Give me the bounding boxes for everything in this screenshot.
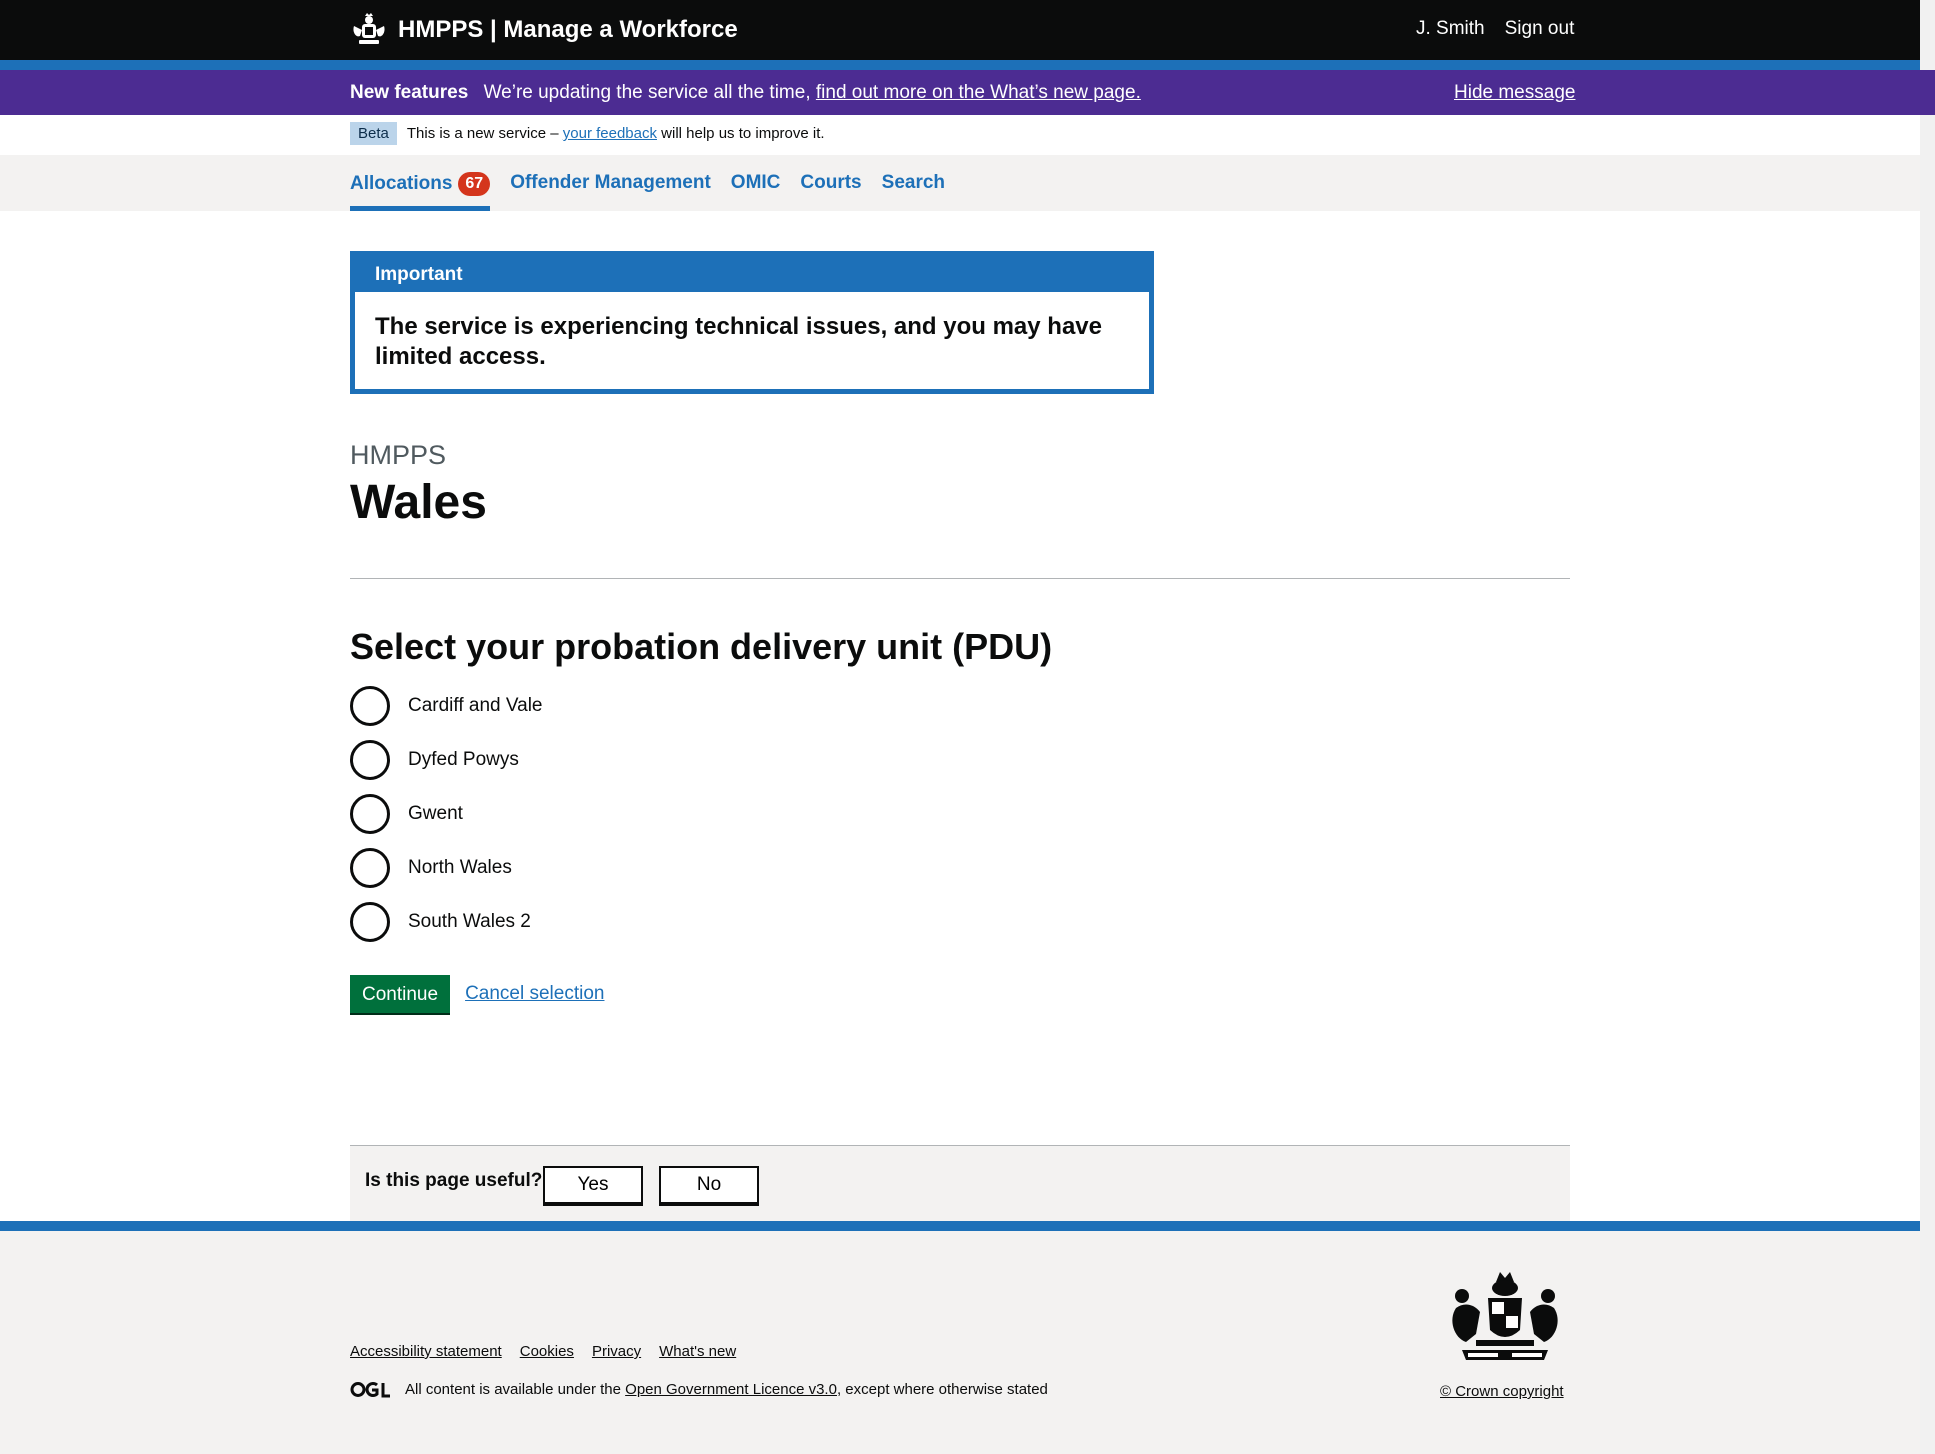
- site-header: HMPPS | Manage a Workforce J. Smith Sign…: [0, 0, 1920, 60]
- royal-coat-of-arms-icon: [1452, 1272, 1558, 1360]
- radio-option-north-wales[interactable]: North Wales: [350, 848, 543, 888]
- radio-label[interactable]: Gwent: [408, 803, 463, 825]
- page-caption: HMPPS: [350, 440, 447, 470]
- primary-navigation: Allocations 67 Offender Management OMIC …: [0, 155, 1920, 211]
- radio-option-dyfed-powys[interactable]: Dyfed Powys: [350, 740, 543, 780]
- nav-item-courts[interactable]: Courts: [800, 155, 861, 211]
- licence-text-before: All content is available under the: [405, 1381, 621, 1398]
- continue-button[interactable]: Continue: [350, 975, 451, 1013]
- whats-new-link[interactable]: find out more on the What’s new page.: [816, 82, 1141, 103]
- phase-text-after: will help us to improve it.: [661, 125, 825, 142]
- radio-option-south-wales-2[interactable]: South Wales 2: [350, 902, 543, 942]
- royal-crest-icon: [353, 13, 385, 44]
- header-user-nav: J. Smith Sign out: [1416, 18, 1574, 40]
- ogl-logo-icon: [350, 1382, 390, 1398]
- nav-item-search[interactable]: Search: [882, 155, 945, 211]
- notification-message: The service is experiencing technical is…: [375, 313, 1102, 370]
- banner-text: We’re updating the service all the time,: [483, 82, 811, 103]
- footer-link-privacy[interactable]: Privacy: [592, 1343, 641, 1360]
- radio-label[interactable]: Cardiff and Vale: [408, 695, 543, 717]
- footer-stripe: [0, 1221, 1920, 1231]
- important-notification: Important The service is experiencing te…: [350, 251, 1154, 394]
- radio-button[interactable]: [350, 848, 390, 888]
- form-actions: Continue Cancel selection: [350, 975, 604, 1013]
- nav-label: Allocations: [350, 173, 453, 194]
- header-stripe: [0, 60, 1920, 70]
- site-footer: Accessibility statement Cookies Privacy …: [0, 1231, 1920, 1454]
- footer-link-accessibility[interactable]: Accessibility statement: [350, 1343, 502, 1360]
- brand[interactable]: HMPPS | Manage a Workforce: [350, 12, 738, 48]
- footer-link-cookies[interactable]: Cookies: [520, 1343, 574, 1360]
- nav-link-omic[interactable]: OMIC: [731, 155, 781, 194]
- page-title: Wales: [350, 476, 487, 529]
- licence-text-after: , except where otherwise stated: [836, 1381, 1048, 1398]
- radio-label[interactable]: Dyfed Powys: [408, 749, 519, 771]
- allocations-count-badge: 67: [458, 172, 491, 196]
- nav-link-search[interactable]: Search: [882, 155, 945, 194]
- nav-item-allocations[interactable]: Allocations 67: [350, 155, 491, 211]
- radio-button[interactable]: [350, 902, 390, 942]
- nav-item-omic[interactable]: OMIC: [731, 155, 781, 211]
- radio-label[interactable]: North Wales: [408, 857, 512, 879]
- radio-button[interactable]: [350, 740, 390, 780]
- feedback-yes-button[interactable]: Yes: [543, 1166, 643, 1204]
- notification-title: Important: [375, 264, 463, 285]
- page-feedback: Is this page useful? Yes No: [350, 1145, 1570, 1222]
- footer-link-whats-new[interactable]: What's new: [659, 1343, 736, 1360]
- page-scrollbar[interactable]: [1920, 0, 1935, 1454]
- new-features-banner: New features We’re updating the service …: [0, 70, 1935, 115]
- feedback-link[interactable]: your feedback: [563, 125, 657, 142]
- footer-links: Accessibility statement Cookies Privacy …: [350, 1343, 736, 1360]
- sign-out-link[interactable]: Sign out: [1505, 18, 1575, 40]
- radio-option-cardiff-and-vale[interactable]: Cardiff and Vale: [350, 686, 543, 726]
- service-name[interactable]: HMPPS | Manage a Workforce: [398, 16, 738, 44]
- radio-button[interactable]: [350, 686, 390, 726]
- radio-button[interactable]: [350, 794, 390, 834]
- radio-option-gwent[interactable]: Gwent: [350, 794, 543, 834]
- nav-link-offender-management[interactable]: Offender Management: [510, 155, 711, 194]
- user-name-link[interactable]: J. Smith: [1416, 18, 1485, 40]
- licence-statement: All content is available under the Open …: [350, 1381, 1048, 1398]
- section-divider: [350, 578, 1570, 579]
- nav-link-courts[interactable]: Courts: [800, 155, 861, 194]
- feedback-no-button[interactable]: No: [659, 1166, 759, 1204]
- nav-item-offender-management[interactable]: Offender Management: [510, 155, 711, 211]
- radio-label[interactable]: South Wales 2: [408, 911, 531, 933]
- beta-tag: Beta: [350, 122, 397, 145]
- crown-copyright-link[interactable]: © Crown copyright: [1440, 1383, 1564, 1400]
- ogl-licence-link[interactable]: Open Government Licence v3.0: [625, 1381, 837, 1398]
- phase-banner: Beta This is a new service – your feedba…: [350, 122, 825, 145]
- banner-label: New features: [350, 82, 469, 103]
- cancel-selection-link[interactable]: Cancel selection: [465, 983, 604, 1005]
- nav-link-allocations[interactable]: Allocations 67: [350, 155, 491, 196]
- feedback-question: Is this page useful?: [365, 1170, 543, 1191]
- notification-body: The service is experiencing technical is…: [355, 292, 1149, 389]
- pdu-radio-group: Cardiff and Vale Dyfed Powys Gwent North…: [350, 686, 543, 956]
- phase-text-before: This is a new service –: [406, 125, 559, 142]
- pdu-question: Select your probation delivery unit (PDU…: [350, 626, 1053, 667]
- hide-message-link[interactable]: Hide message: [1454, 82, 1575, 104]
